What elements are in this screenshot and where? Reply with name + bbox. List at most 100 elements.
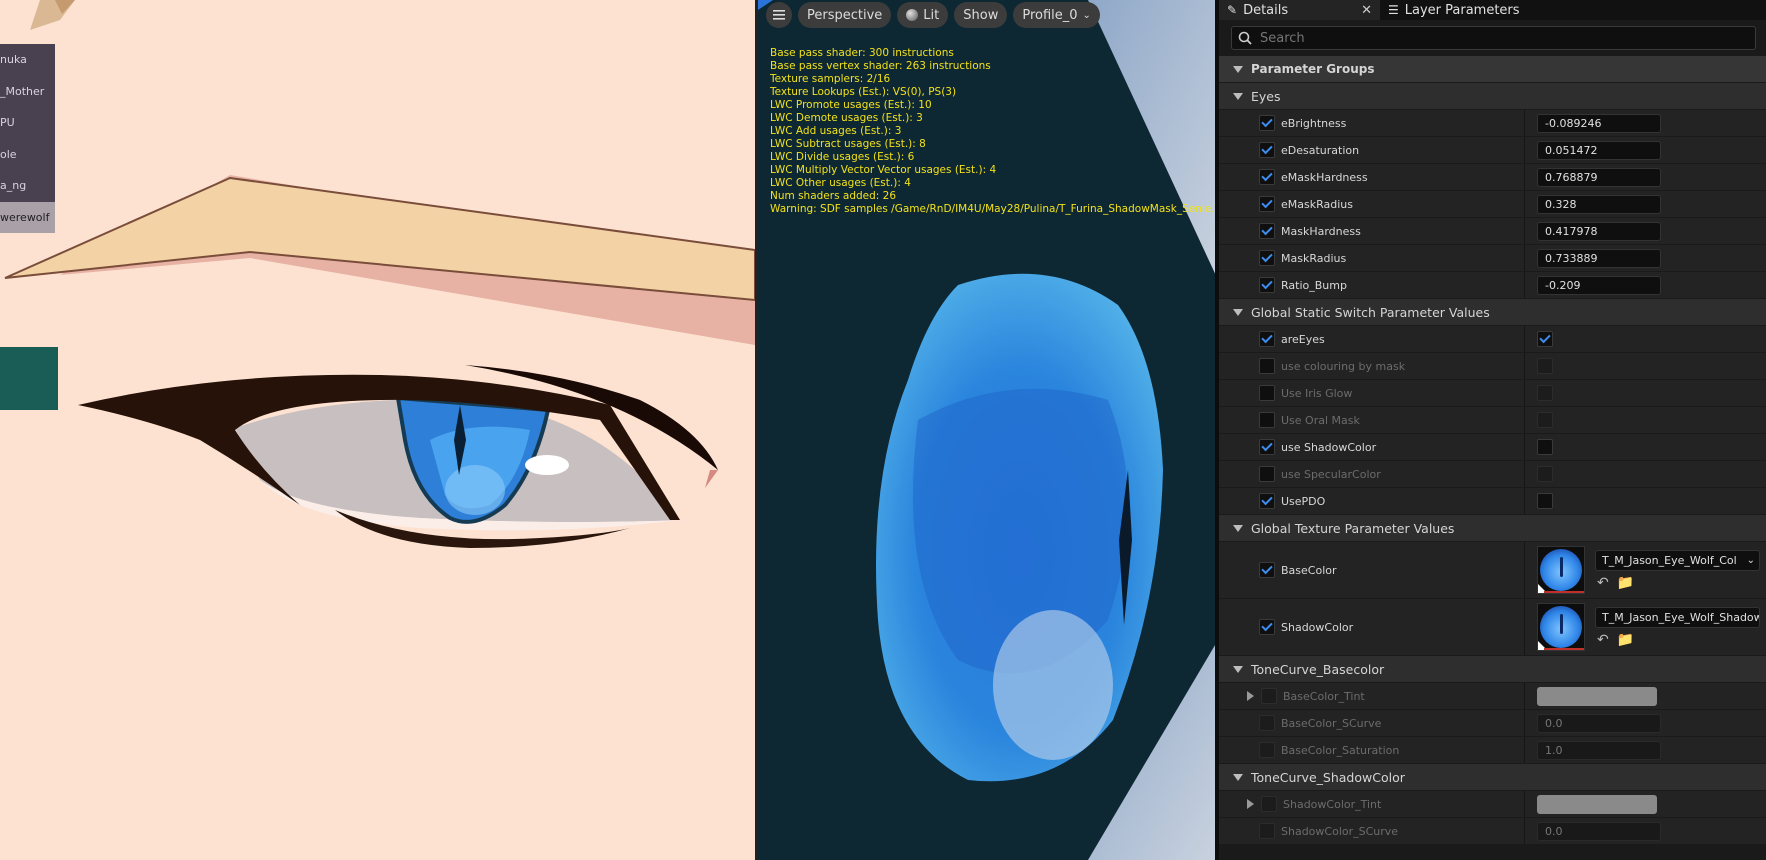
override-checkbox[interactable] xyxy=(1259,385,1275,401)
list-item[interactable]: _Mother xyxy=(0,76,55,108)
group-static-switch[interactable]: Global Static Switch Parameter Values xyxy=(1219,299,1766,326)
group-tonecurve-basecolor[interactable]: ToneCurve_Basecolor xyxy=(1219,656,1766,683)
numeric-input[interactable]: 0.328 xyxy=(1537,194,1661,214)
expand-arrow-icon[interactable] xyxy=(1247,799,1254,809)
numeric-input[interactable]: -0.089246 xyxy=(1537,113,1661,133)
override-checkbox[interactable] xyxy=(1259,715,1275,731)
override-checkbox[interactable] xyxy=(1259,196,1275,212)
param-name: Use Oral Mask xyxy=(1281,413,1360,427)
expand-arrow-icon[interactable] xyxy=(1247,691,1254,701)
value-checkbox[interactable] xyxy=(1537,385,1553,401)
override-checkbox[interactable] xyxy=(1259,223,1275,239)
param-row: Use Iris Glow xyxy=(1219,380,1766,407)
numeric-input[interactable]: 0.768879 xyxy=(1537,167,1661,187)
param-name: use ShadowColor xyxy=(1281,440,1377,454)
value-checkbox[interactable] xyxy=(1537,466,1553,482)
list-item[interactable]: PU xyxy=(0,107,55,139)
group-title: Global Static Switch Parameter Values xyxy=(1251,304,1490,320)
hamburger-icon[interactable] xyxy=(766,2,792,28)
numeric-input[interactable]: 0.0 xyxy=(1537,713,1661,733)
group-eyes[interactable]: Eyes xyxy=(1219,83,1766,110)
collapse-arrow-icon[interactable] xyxy=(1233,92,1243,100)
override-checkbox[interactable] xyxy=(1259,466,1275,482)
numeric-input[interactable]: 0.0 xyxy=(1537,821,1661,841)
param-name: BaseColor_SCurve xyxy=(1281,716,1382,730)
group-title: ToneCurve_Basecolor xyxy=(1251,661,1385,677)
chevron-down-icon: ⌄ xyxy=(1746,554,1755,566)
group-texture[interactable]: Global Texture Parameter Values xyxy=(1219,515,1766,542)
browse-folder-icon[interactable]: 📁 xyxy=(1617,632,1634,648)
override-checkbox[interactable] xyxy=(1259,358,1275,374)
group-tonecurve-shadowcolor[interactable]: ToneCurve_ShadowColor xyxy=(1219,764,1766,791)
value-checkbox[interactable] xyxy=(1537,331,1553,347)
color-swatch-field[interactable] xyxy=(1537,794,1657,814)
numeric-input[interactable]: 0.733889 xyxy=(1537,248,1661,268)
parameter-groups-header[interactable]: Parameter Groups xyxy=(1219,56,1766,83)
override-checkbox[interactable] xyxy=(1259,331,1275,347)
param-name: BaseColor xyxy=(1281,563,1337,577)
stats-line: LWC Other usages (Est.): 4 xyxy=(770,177,911,189)
list-item[interactable]: nuka xyxy=(0,44,55,76)
collapse-arrow-icon[interactable] xyxy=(1233,65,1243,73)
material-preview-viewport[interactable]: Perspective Lit Show Profile_0 ⌄ Base pa… xyxy=(755,0,1215,860)
value-checkbox[interactable] xyxy=(1537,439,1553,455)
numeric-input[interactable]: -0.209 xyxy=(1537,275,1661,295)
group-title: ToneCurve_ShadowColor xyxy=(1251,769,1405,785)
value-checkbox[interactable] xyxy=(1537,412,1553,428)
stats-line: LWC Divide usages (Est.): 6 xyxy=(770,151,915,163)
override-checkbox[interactable] xyxy=(1259,115,1275,131)
numeric-input[interactable]: 0.051472 xyxy=(1537,140,1661,160)
browse-folder-icon[interactable]: 📁 xyxy=(1617,575,1634,591)
list-item[interactable]: ole xyxy=(0,139,55,171)
tab-layers-label: Layer Parameters xyxy=(1404,2,1520,18)
override-checkbox[interactable] xyxy=(1261,796,1277,812)
stats-line: Base pass vertex shader: 263 instruction… xyxy=(770,60,991,72)
search-box[interactable] xyxy=(1231,26,1756,50)
override-checkbox[interactable] xyxy=(1259,142,1275,158)
texture-thumbnail[interactable] xyxy=(1537,546,1585,594)
collapse-arrow-icon[interactable] xyxy=(1233,773,1243,781)
lit-button[interactable]: Lit xyxy=(897,2,949,28)
search-input[interactable] xyxy=(1258,29,1658,47)
profile-dropdown[interactable]: Profile_0 ⌄ xyxy=(1013,2,1100,28)
reset-arrow-icon[interactable]: ↶ xyxy=(1597,632,1609,648)
override-checkbox[interactable] xyxy=(1259,169,1275,185)
texture-asset-picker[interactable]: T_M_Jason_Eye_Wolf_Col ⌄ xyxy=(1595,549,1760,571)
reset-arrow-icon[interactable]: ↶ xyxy=(1597,575,1609,591)
override-checkbox[interactable] xyxy=(1259,493,1275,509)
value-checkbox[interactable] xyxy=(1537,493,1553,509)
search-row xyxy=(1219,20,1766,50)
collapse-arrow-icon[interactable] xyxy=(1233,665,1243,673)
override-checkbox[interactable] xyxy=(1261,688,1277,704)
close-icon[interactable]: ✕ xyxy=(1361,3,1372,18)
numeric-input[interactable]: 0.417978 xyxy=(1537,221,1661,241)
collapse-arrow-icon[interactable] xyxy=(1233,308,1243,316)
override-checkbox[interactable] xyxy=(1259,562,1275,578)
numeric-input[interactable]: 1.0 xyxy=(1537,740,1661,760)
override-checkbox[interactable] xyxy=(1259,823,1275,839)
stats-line: Texture samplers: 2/16 xyxy=(770,73,891,85)
override-checkbox[interactable] xyxy=(1259,439,1275,455)
param-name: Use Iris Glow xyxy=(1281,386,1353,400)
override-checkbox[interactable] xyxy=(1259,277,1275,293)
value-checkbox[interactable] xyxy=(1537,358,1553,374)
perspective-button[interactable]: Perspective xyxy=(798,2,892,28)
show-button[interactable]: Show xyxy=(954,2,1008,28)
collapse-arrow-icon[interactable] xyxy=(1233,524,1243,532)
stats-line: LWC Add usages (Est.): 3 xyxy=(770,125,902,137)
details-panel: ✎ Details ✕ ☰ Layer Parameters Parameter… xyxy=(1215,0,1766,860)
texture-asset-picker[interactable]: T_M_Jason_Eye_Wolf_Shadow xyxy=(1595,606,1760,628)
override-checkbox[interactable] xyxy=(1259,250,1275,266)
override-checkbox[interactable] xyxy=(1259,412,1275,428)
tab-layer-parameters[interactable]: ☰ Layer Parameters xyxy=(1380,0,1528,20)
tab-details[interactable]: ✎ Details ✕ xyxy=(1219,0,1380,20)
viewport-toolbar: Perspective Lit Show Profile_0 ⌄ xyxy=(766,2,1100,28)
left-viewport[interactable]: nuka _Mother PU ole a_ng werewolf xyxy=(0,0,755,860)
param-name: ShadowColor_SCurve xyxy=(1281,824,1399,838)
override-checkbox[interactable] xyxy=(1259,742,1275,758)
list-item[interactable]: a_ng xyxy=(0,170,55,202)
texture-thumbnail[interactable] xyxy=(1537,603,1585,651)
color-swatch-field[interactable] xyxy=(1537,686,1657,706)
override-checkbox[interactable] xyxy=(1259,619,1275,635)
list-item-selected[interactable]: werewolf xyxy=(0,201,55,233)
